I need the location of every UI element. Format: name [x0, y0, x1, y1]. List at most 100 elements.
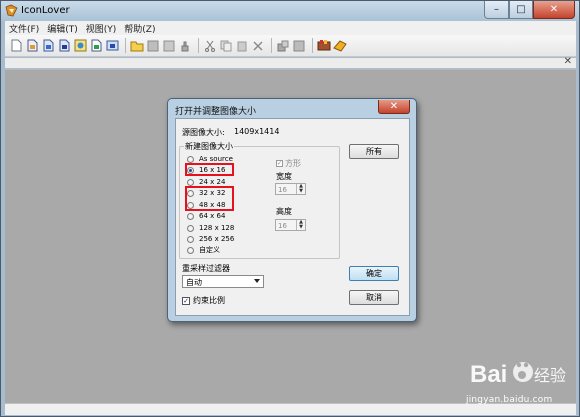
frame-icon[interactable] [162, 39, 176, 53]
menu-file[interactable]: 文件(F) [9, 22, 39, 35]
paint-icon[interactable] [333, 39, 347, 53]
width-value[interactable]: 16 [276, 184, 296, 194]
radio-button[interactable] [187, 224, 194, 232]
size-option[interactable]: 256 x 256 [187, 234, 234, 244]
cancel-button[interactable]: 取消 [349, 290, 399, 305]
palette-icon[interactable] [317, 39, 331, 53]
height-spin-buttons[interactable]: ▲ ▼ [296, 220, 305, 230]
new-size-group-title: 新建图像大小 [184, 141, 234, 152]
grid-icon[interactable] [146, 39, 160, 53]
source-size-value: 1409x1414 [234, 127, 280, 136]
toolbar-separator [312, 38, 313, 53]
radio-button[interactable] [187, 235, 194, 243]
import-icon[interactable] [105, 39, 119, 53]
size-option[interactable]: 16 x 16 [187, 165, 225, 175]
width-spin-buttons[interactable]: ▲ ▼ [296, 184, 305, 194]
dialog-close-button[interactable]: ✕ [378, 100, 410, 114]
size-option[interactable]: 48 x 48 [187, 200, 225, 210]
height-value[interactable]: 16 [276, 220, 296, 230]
keep-ratio-label: 约束比例 [193, 296, 225, 305]
dialog-body: 源图像大小: 1409x1414 新建图像大小 As source 16 x 1… [175, 118, 410, 316]
delete-icon[interactable] [251, 39, 265, 53]
watermark-site: jingyan.baidu.com [466, 395, 553, 405]
maximize-button[interactable]: □ [509, 1, 533, 19]
new-icon[interactable] [9, 39, 23, 53]
radio-button[interactable] [187, 155, 194, 163]
baidu-watermark-logo: Bai 经验 [470, 361, 566, 388]
size-option-label: 32 x 32 [199, 189, 226, 197]
ok-button[interactable]: 确定 [349, 266, 399, 281]
close-button[interactable]: ✕ [533, 1, 575, 19]
copy-icon[interactable] [219, 39, 233, 53]
svg-text:Bai: Bai [470, 361, 507, 388]
toolbar-separator [125, 38, 126, 53]
resample-filter-value: 自动 [186, 278, 202, 287]
app-title: IconLover [21, 5, 70, 16]
library-icon[interactable] [89, 39, 103, 53]
toolbar-separator [198, 38, 199, 53]
svg-text:经验: 经验 [534, 366, 566, 385]
spin-down-icon[interactable]: ▼ [297, 225, 305, 230]
size-option-label: As source [199, 155, 233, 163]
open-folder-icon[interactable] [130, 39, 144, 53]
open-image-icon[interactable] [25, 39, 39, 53]
keep-ratio-checkbox[interactable]: ✓ 约束比例 [182, 295, 225, 306]
save-icon[interactable] [41, 39, 55, 53]
radio-button[interactable] [187, 178, 194, 186]
menu-edit[interactable]: 编辑(T) [47, 22, 78, 35]
size-option-label: 自定义 [199, 246, 220, 254]
toolbar [5, 35, 576, 57]
size-option-label: 48 x 48 [199, 201, 226, 209]
stamp-icon[interactable] [178, 39, 192, 53]
size-option-label: 256 x 256 [199, 235, 235, 243]
paste-icon[interactable] [235, 39, 249, 53]
document-close-icon[interactable]: ✕ [564, 56, 572, 67]
radio-button[interactable] [187, 246, 194, 254]
menu-view[interactable]: 视图(Y) [86, 22, 117, 35]
radio-button[interactable] [187, 166, 194, 174]
save-as-icon[interactable] [57, 39, 71, 53]
size-option-label: 16 x 16 [199, 166, 226, 174]
size-option[interactable]: 128 x 128 [187, 223, 234, 233]
height-label: 高度 [276, 207, 292, 216]
size-option-label: 128 x 128 [199, 224, 235, 232]
source-size-label: 源图像大小: [182, 128, 225, 137]
size-option[interactable]: As source [187, 154, 233, 164]
app-logo-icon [5, 4, 18, 17]
square-checkbox-box[interactable]: ✓ [276, 160, 283, 167]
resize-image-dialog: 打开并调整图像大小 ✕ 源图像大小: 1409x1414 新建图像大小 As s… [167, 98, 417, 322]
size-option[interactable]: 64 x 64 [187, 211, 225, 221]
width-label: 宽度 [276, 172, 292, 181]
title-bar[interactable]: IconLover – □ ✕ [1, 1, 579, 21]
size-option-label: 64 x 64 [199, 212, 226, 220]
resample-filter-select[interactable]: 自动 [182, 275, 264, 288]
cut-icon[interactable] [203, 39, 217, 53]
radio-button[interactable] [187, 212, 194, 220]
size-option-label: 24 x 24 [199, 178, 226, 186]
dialog-title: 打开并调整图像大小 [175, 107, 257, 117]
resize-icon[interactable] [276, 39, 290, 53]
export-icon[interactable] [73, 39, 87, 53]
spin-down-icon[interactable]: ▼ [297, 189, 305, 194]
size-option[interactable]: 32 x 32 [187, 188, 225, 198]
toolbar-separator [271, 38, 272, 53]
size-option[interactable]: 自定义 [187, 245, 220, 255]
all-button[interactable]: 所有 [349, 144, 399, 159]
size-option[interactable]: 24 x 24 [187, 177, 225, 187]
minimize-button[interactable]: – [484, 1, 509, 19]
resample-filter-label: 重采样过滤器 [182, 264, 230, 273]
square-checkbox-label: 方形 [285, 159, 301, 168]
square-checkbox[interactable]: ✓ 方形 [276, 158, 301, 169]
height-spinner[interactable]: 16 ▲ ▼ [275, 219, 306, 231]
window-controls: – □ ✕ [484, 1, 575, 19]
menu-help[interactable]: 帮助(Z) [124, 22, 155, 35]
new-size-group: 新建图像大小 As source 16 x 16 24 x 24 32 x 32… [179, 141, 340, 259]
chevron-down-icon[interactable] [254, 279, 260, 283]
menu-bar: 文件(F) 编辑(T) 视图(Y) 帮助(Z) [5, 21, 576, 35]
document-tab-strip: ✕ [5, 56, 576, 69]
keep-ratio-checkbox-box[interactable]: ✓ [182, 296, 190, 305]
properties-icon[interactable] [292, 39, 306, 53]
radio-button[interactable] [187, 189, 194, 197]
radio-button[interactable] [187, 201, 194, 209]
width-spinner[interactable]: 16 ▲ ▼ [275, 183, 306, 195]
